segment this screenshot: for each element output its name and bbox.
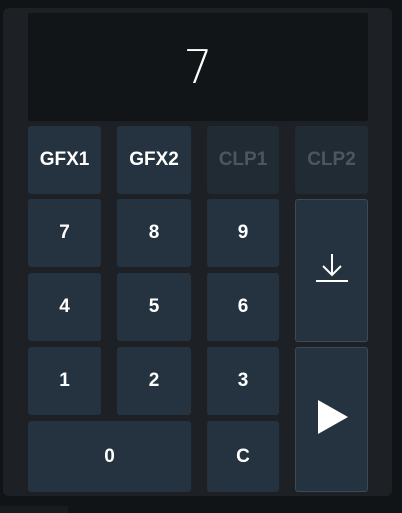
digit-4-label: 4	[59, 296, 70, 317]
digit-3-label: 3	[237, 370, 249, 391]
digit-4-button[interactable]: 4	[28, 273, 101, 341]
download-icon	[314, 251, 350, 291]
display-value: 7	[183, 40, 213, 94]
clp1-button[interactable]: CLP1	[207, 126, 279, 194]
digit-7-label: 7	[59, 222, 70, 243]
digit-8-label: 8	[148, 222, 160, 243]
digit-2-button[interactable]: 2	[117, 347, 191, 415]
digit-9-button[interactable]: 9	[207, 199, 279, 267]
clear-label: C	[236, 445, 250, 467]
clp2-button[interactable]: CLP2	[295, 126, 368, 194]
digit-6-button[interactable]: 6	[207, 273, 279, 341]
gfx2-label: GFX2	[129, 149, 179, 170]
clp1-label: CLP1	[218, 149, 268, 170]
digit-5-label: 5	[148, 296, 160, 317]
digit-3-button[interactable]: 3	[207, 347, 279, 415]
clear-button[interactable]: C	[207, 421, 279, 492]
clp2-label: CLP2	[307, 149, 356, 170]
digit-0-label: 0	[104, 445, 115, 467]
digit-1-label: 1	[59, 370, 70, 391]
digit-7-button[interactable]: 7	[28, 199, 101, 267]
digit-9-label: 9	[237, 222, 249, 243]
digit-6-label: 6	[237, 296, 249, 317]
play-icon	[314, 398, 350, 442]
digit-0-button[interactable]: 0	[28, 421, 191, 492]
digit-5-button[interactable]: 5	[117, 273, 191, 341]
load-button[interactable]	[295, 199, 368, 342]
digit-1-button[interactable]: 1	[28, 347, 101, 415]
play-button[interactable]	[295, 347, 368, 492]
bottom-strip	[0, 506, 68, 513]
gfx2-button[interactable]: GFX2	[117, 126, 191, 194]
gfx1-button[interactable]: GFX1	[28, 126, 101, 194]
digit-8-button[interactable]: 8	[117, 199, 191, 267]
number-display: 7	[28, 13, 368, 121]
gfx1-label: GFX1	[39, 149, 90, 170]
digit-2-label: 2	[148, 370, 160, 391]
